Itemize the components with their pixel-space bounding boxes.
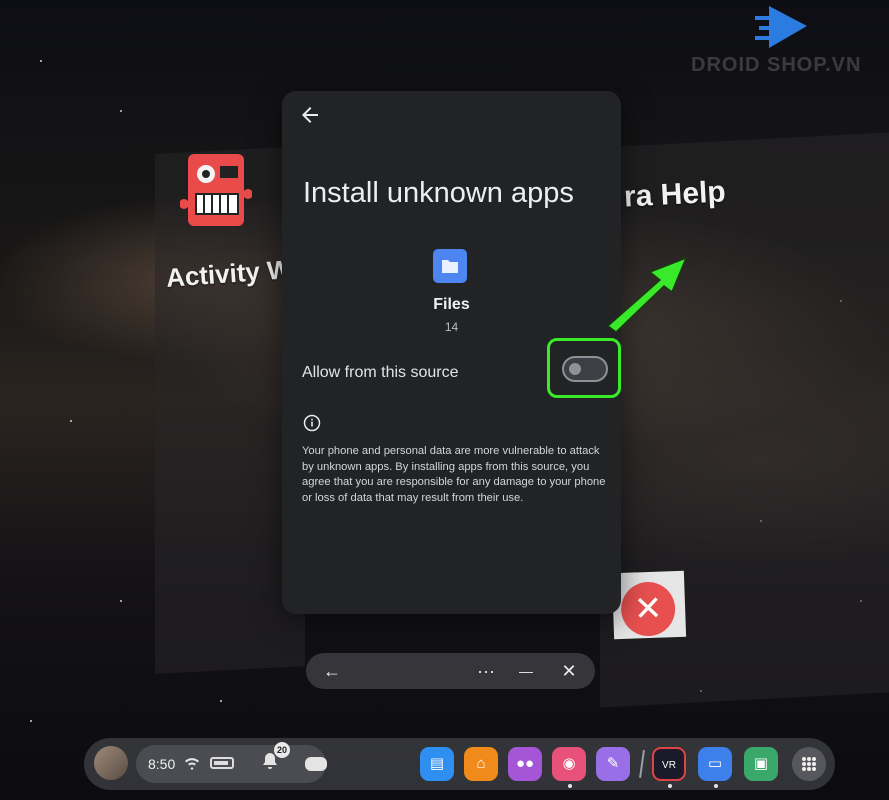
window-back-button[interactable]: ← [320,659,344,683]
arrow-left-icon[interactable] [298,103,322,127]
battery-icon [210,757,234,769]
explore-app-icon[interactable]: ✎ [596,747,630,781]
window-more-button[interactable]: ··· [474,659,498,683]
running-indicator [568,784,572,788]
gallery-app-icon[interactable]: ▣ [744,747,778,781]
folder-icon [433,249,467,283]
app-version: 14 [444,320,459,334]
allow-source-label: Allow from this source [302,364,459,381]
close-circle-icon: ✕ [620,581,677,637]
taskbar: 8:50 20 ▤ ⌂ ●● ◉ ✎ VR ▭ ▣ [84,738,835,790]
clock-time: 8:50 [148,756,176,772]
taskbar-divider [639,749,645,779]
vr-station-app-icon[interactable]: VR [652,747,686,781]
watermark-play-icon [755,6,807,48]
allow-source-toggle[interactable] [562,356,608,382]
running-indicator [714,784,718,788]
window-minimize-button[interactable]: — [514,659,538,683]
robot-mascot-icon [180,154,252,226]
running-indicator [668,784,672,788]
watermark-text: DROID SHOP.VN [691,54,862,76]
app-library-grid-icon[interactable] [792,747,826,781]
install-unknown-apps-dialog: Install unknown apps Files 14 Allow from… [282,91,621,614]
camera-app-icon[interactable]: ◉ [552,747,586,781]
files-app-icon[interactable]: ▭ [698,747,732,781]
watermark: DROID SHOP.VN [691,4,881,76]
people-app-icon[interactable]: ●● [508,747,542,781]
avatar[interactable] [94,746,128,780]
wifi-icon [185,758,199,770]
window-close-button[interactable]: ✕ [557,659,581,683]
window-controls-bar: ← ··· — ✕ [306,653,595,689]
background-app-label-right: ra Help [623,175,727,214]
warning-text: Your phone and personal data are more vu… [302,445,606,504]
app-name: Files [433,296,470,313]
notification-badge: 20 [274,742,290,758]
toggle-knob [569,363,581,375]
headset-icon[interactable] [305,757,327,771]
quick-settings-pill[interactable]: 8:50 [136,745,326,783]
info-icon [303,414,321,432]
folder-glyph [442,260,458,273]
store-app-icon[interactable]: ⌂ [464,747,498,781]
grid-glyph [802,757,816,771]
page-title: Install unknown apps [303,177,574,209]
error-x-tile: ✕ [611,570,687,640]
browser-app-icon[interactable]: ▤ [420,747,454,781]
annotation-arrow-icon [606,256,688,333]
